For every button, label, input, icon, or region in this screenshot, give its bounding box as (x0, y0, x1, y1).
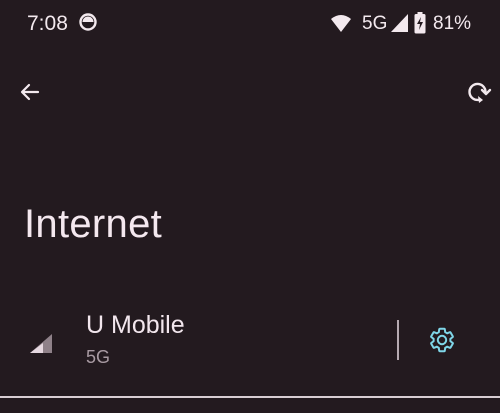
app-notification-icon (78, 12, 98, 32)
divider (0, 396, 500, 398)
divider (397, 320, 399, 360)
network-settings-button[interactable] (422, 320, 462, 360)
network-type: 5G (86, 347, 111, 367)
network-reset-icon (468, 82, 492, 103)
arrow-left-icon (20, 83, 40, 101)
cell-signal-icon (390, 13, 410, 33)
back-button[interactable] (14, 76, 46, 108)
cell-signal-icon (28, 332, 54, 354)
gear-icon (430, 327, 454, 353)
battery-percent: 81% (433, 13, 472, 34)
page-title: Internet (24, 202, 163, 246)
network-name: U Mobile (86, 311, 185, 339)
status-network-type: 5G (362, 13, 388, 34)
status-time: 7:08 (27, 12, 68, 35)
network-reset-button[interactable] (462, 75, 496, 109)
battery-charging-icon (414, 12, 426, 34)
wifi-icon (330, 13, 352, 33)
